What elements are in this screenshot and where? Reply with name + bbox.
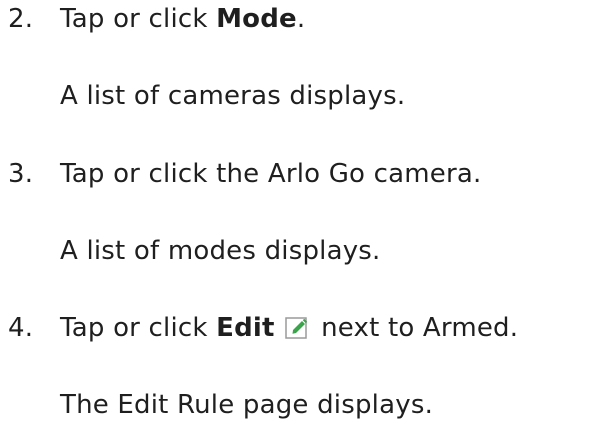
step-text-suffix: next to Armed. [312,313,519,343]
step-number: 2. [8,4,34,34]
step-2: 2. Tap or click Mode. [8,2,305,36]
mode-label: Mode [216,4,297,34]
edit-pencil-icon [284,314,309,339]
step-4: 4. Tap or click Edit next to Armed. [8,311,518,345]
step-4-result: The Edit Rule page displays. [60,390,434,420]
step-number: 3. [8,159,34,189]
step-3: 3. Tap or click the Arlo Go camera. [8,157,481,191]
step-text-suffix: . [296,4,306,34]
step-3-result: A list of modes displays. [60,236,381,266]
step-text: Tap or click the Arlo Go camera. [60,159,482,189]
step-text: Tap or click [60,4,217,34]
step-number: 4. [8,313,34,343]
edit-label: Edit [216,313,275,343]
step-text: Tap or click [60,313,217,343]
step-2-result: A list of cameras displays. [60,81,406,111]
instruction-steps: 2. Tap or click Mode. A list of cameras d… [0,0,595,420]
